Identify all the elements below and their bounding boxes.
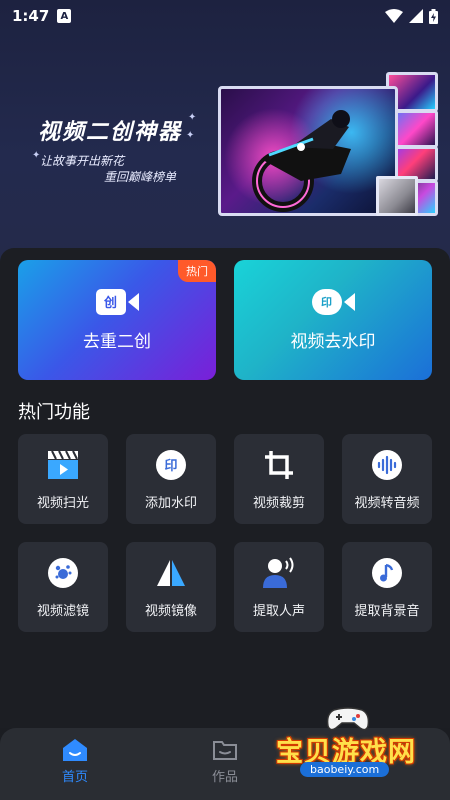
notification-a-icon: A <box>57 9 72 23</box>
video-watermark-icon: 印 <box>311 288 355 315</box>
crop-icon <box>262 448 296 482</box>
feature-extract-background-audio[interactable]: 提取背景音 <box>342 542 432 632</box>
nav-works-label: 作品 <box>211 770 238 785</box>
voice-person-icon <box>262 556 296 590</box>
feature-label: 提取人声 <box>252 603 305 619</box>
feature-video-crop[interactable]: 视频裁剪 <box>234 434 324 524</box>
hot-badge: 热门 <box>178 260 216 282</box>
banner-motorcycle-image <box>218 86 398 216</box>
watermark-stamp-icon: 印 <box>154 448 188 482</box>
remove-watermark-label: 视频去水印 <box>290 331 376 352</box>
feature-video-mirror[interactable]: 视频镜像 <box>126 542 216 632</box>
nav-home[interactable]: 首页 <box>45 738 105 785</box>
section-title: 热门功能 <box>18 402 90 423</box>
home-icon <box>63 739 87 761</box>
feature-grid: 视频扫光 印 添加水印 视频裁剪 视频转音频 视频滤镜 视频镜像 提取人声 提取… <box>18 434 432 632</box>
remove-watermark-button[interactable]: 印 视频去水印 <box>234 260 432 380</box>
banner-subtitle-2: 重回巅峰榜单 <box>104 170 177 184</box>
clapperboard-play-icon <box>46 448 80 482</box>
site-watermark: 宝贝游戏网 baobeiy.com <box>272 700 442 790</box>
svg-text:印: 印 <box>164 459 177 474</box>
filter-icon <box>46 556 80 590</box>
feature-label: 视频滤镜 <box>36 603 89 619</box>
video-create-icon: 创 <box>95 288 139 315</box>
feature-extract-voice[interactable]: 提取人声 <box>234 542 324 632</box>
watermark-url: baobeiy.com <box>300 762 390 777</box>
signal-icon <box>409 9 423 23</box>
wifi-icon <box>385 9 403 23</box>
dedup-remix-button[interactable]: 热门 创 去重二创 <box>18 260 216 380</box>
nav-home-label: 首页 <box>61 770 88 785</box>
banner-subtitle-1: 让故事开出新花 <box>40 154 125 168</box>
battery-icon <box>429 8 438 24</box>
feature-label: 视频转音频 <box>354 495 420 511</box>
banner-title: 视频二创神器 <box>38 120 183 145</box>
feature-label: 视频扫光 <box>36 495 89 511</box>
gamepad-icon <box>326 707 370 731</box>
banner-small-thumbnail <box>376 176 418 216</box>
feature-video-sweep[interactable]: 视频扫光 <box>18 434 108 524</box>
sparkle-icon: ✦ <box>186 130 195 141</box>
status-bar: 1:47 A <box>0 0 450 32</box>
feature-label: 视频镜像 <box>144 603 197 619</box>
sparkle-icon: ✦ <box>188 112 197 123</box>
audio-waveform-icon <box>370 448 404 482</box>
hero-banner[interactable]: 视频二创神器 ✦ ✦ ✦ 让故事开出新花 重回巅峰榜单 <box>0 0 450 262</box>
feature-label: 添加水印 <box>144 495 197 511</box>
status-icons <box>385 8 438 24</box>
folder-icon <box>213 741 237 760</box>
main-content: 热门 创 去重二创 印 视频去水印 热门功能 视频扫光 印 添加水印 视频裁剪 … <box>0 248 450 728</box>
music-note-icon <box>370 556 404 590</box>
status-time: 1:47 <box>12 7 50 25</box>
feature-add-watermark[interactable]: 印 添加水印 <box>126 434 216 524</box>
feature-video-filter[interactable]: 视频滤镜 <box>18 542 108 632</box>
mirror-icon <box>154 556 188 590</box>
dedup-remix-label: 去重二创 <box>83 331 151 352</box>
feature-video-to-audio[interactable]: 视频转音频 <box>342 434 432 524</box>
feature-label: 视频裁剪 <box>252 495 305 511</box>
feature-label: 提取背景音 <box>354 603 420 619</box>
nav-works[interactable]: 作品 <box>195 738 255 785</box>
